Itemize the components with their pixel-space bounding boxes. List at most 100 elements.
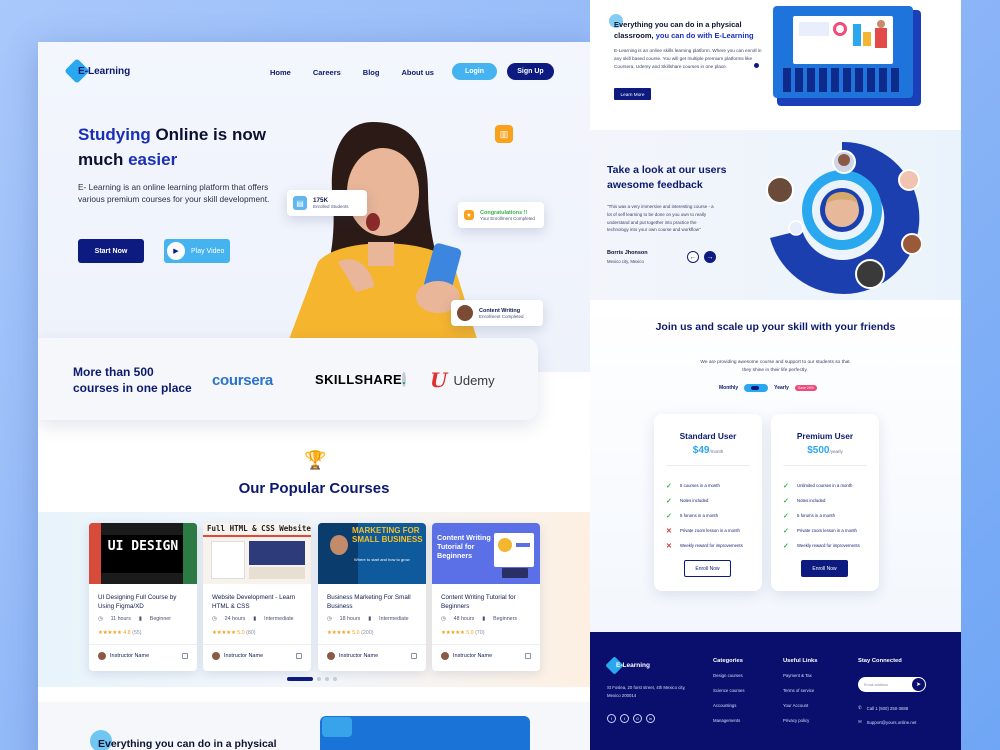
course-rating: ★★★★★ 5.0 (80) bbox=[212, 630, 256, 636]
footer-link[interactable]: Your Account bbox=[783, 703, 817, 718]
mail-icon: ✉ bbox=[858, 719, 862, 724]
login-button[interactable]: Login bbox=[452, 63, 497, 80]
play-icon: ▶ bbox=[167, 242, 185, 260]
nav-careers[interactable]: Careers bbox=[313, 68, 341, 77]
carousel-dot[interactable] bbox=[317, 677, 321, 681]
writing-enroll-card: Content Writing Enrollment Completed bbox=[451, 300, 543, 326]
footer-link[interactable]: Design courses bbox=[713, 673, 745, 688]
partners-strip: More than 500 courses in one place cours… bbox=[38, 338, 538, 420]
check-icon: ✓ bbox=[666, 497, 672, 505]
play-video-label: Play Video bbox=[191, 247, 225, 255]
feedback-section: Take a look at our users awesome feedbac… bbox=[590, 130, 961, 300]
course-card[interactable]: MARKETING FOR SMALL BUSINESS Where to st… bbox=[318, 523, 426, 671]
linkedin-icon[interactable]: in bbox=[646, 714, 655, 723]
check-icon: ✓ bbox=[783, 512, 789, 520]
course-title[interactable]: Website Development - Learn HTML & CSS bbox=[212, 594, 304, 611]
rating-count: (70) bbox=[475, 630, 485, 636]
carousel-dot-active[interactable] bbox=[287, 677, 313, 681]
feature-item: ✕ Private zoom lesson in a month bbox=[666, 523, 743, 538]
course-title[interactable]: Business Marketing For Small Business bbox=[327, 594, 419, 611]
facebook-icon[interactable]: f bbox=[607, 714, 616, 723]
bookmark-icon[interactable] bbox=[296, 653, 302, 659]
footer: E-Learning St Foslea, 20 forst street, 4… bbox=[590, 632, 961, 750]
feature-item: ✓ 5 forums in a month bbox=[666, 508, 743, 523]
footer-link[interactable]: Managements bbox=[713, 718, 745, 733]
send-arrow-icon[interactable]: ➤ bbox=[912, 678, 925, 691]
save-badge: Save 20% bbox=[794, 385, 817, 391]
level-icon: ▮ bbox=[138, 616, 142, 622]
footer-email: ✉ Support@yours.online.net bbox=[858, 719, 916, 725]
next-arrow-icon[interactable]: → bbox=[704, 251, 716, 263]
classroom-heading: Everything you can do in a physical clas… bbox=[614, 19, 774, 41]
congrats-title: Congratulations !! bbox=[480, 209, 528, 216]
course-title[interactable]: UI Designing Full Course by Using Figma/… bbox=[98, 594, 190, 611]
footer-link[interactable]: Science courses bbox=[713, 688, 745, 703]
start-now-button[interactable]: Start Now bbox=[78, 239, 144, 263]
footer-logo[interactable]: E-Learning bbox=[605, 656, 650, 675]
classroom-heading-highlight: you can do with E-Learning bbox=[655, 31, 754, 40]
play-video-button[interactable]: ▶ Play Video bbox=[164, 239, 230, 263]
reviewer-name: Borris Jhonson bbox=[607, 250, 648, 256]
students-label: Enrolled Students bbox=[313, 204, 349, 209]
enroll-standard-button[interactable]: Enroll Now bbox=[684, 560, 731, 577]
premium-plan-card: Premium User $500/yearly ✓ Unlimited cour… bbox=[771, 414, 879, 591]
rating-value: 5.0 bbox=[237, 630, 245, 636]
course-thumbnail: MARKETING FOR SMALL BUSINESS Where to st… bbox=[318, 523, 426, 584]
prev-arrow-icon[interactable]: ← bbox=[687, 251, 699, 263]
email-subscribe-input[interactable]: Email address ➤ bbox=[858, 677, 926, 692]
course-meta: ◷ 48 hours ▮ Beginners bbox=[441, 616, 517, 622]
course-title[interactable]: Content Writing Tutorial for Beginners bbox=[441, 594, 533, 611]
students-card: ▤ 175K Enrolled Students bbox=[287, 190, 367, 216]
nav-about[interactable]: About us bbox=[401, 68, 434, 77]
bookmark-icon[interactable] bbox=[182, 653, 188, 659]
decor-dot bbox=[754, 63, 759, 68]
check-icon: ✓ bbox=[783, 542, 789, 550]
footer-link[interactable]: Terms of service bbox=[783, 688, 817, 703]
classroom-illustration bbox=[773, 6, 925, 110]
rating-value: 5.0 bbox=[352, 630, 360, 636]
email-placeholder: Email address bbox=[864, 682, 889, 687]
footer-link[interactable]: Payment & Tax bbox=[783, 673, 817, 688]
nav-blog[interactable]: Blog bbox=[363, 68, 380, 77]
twitter-icon[interactable]: t bbox=[620, 714, 629, 723]
main-nav: Home Careers Blog About us bbox=[270, 68, 434, 77]
course-instructor: Instructor Name bbox=[212, 652, 263, 660]
billing-toggle[interactable] bbox=[744, 384, 769, 392]
enroll-premium-button[interactable]: Enroll Now bbox=[801, 560, 848, 577]
nav-home[interactable]: Home bbox=[270, 68, 291, 77]
yearly-label[interactable]: Yearly bbox=[774, 385, 789, 391]
plan-period: /yearly bbox=[829, 449, 843, 454]
course-card[interactable]: Content Writing Tutorial for Beginners C… bbox=[432, 523, 540, 671]
course-meta: ◷ 11 hours ▮ Beginner bbox=[98, 616, 171, 622]
rating-stars: ★★★★★ bbox=[441, 630, 465, 636]
course-card[interactable]: UI DESIGN UI Designing Full Course by Us… bbox=[89, 523, 197, 671]
feature-item: ✓ Notes included bbox=[666, 493, 743, 508]
signup-button[interactable]: Sign Up bbox=[507, 63, 554, 80]
learn-more-button[interactable]: Learn More bbox=[614, 88, 651, 100]
course-hours: 24 hours bbox=[224, 616, 246, 622]
plan-divider bbox=[666, 465, 750, 466]
carousel-dot[interactable] bbox=[333, 677, 337, 681]
carousel-dot[interactable] bbox=[325, 677, 329, 681]
logo[interactable]: E-Learning bbox=[64, 58, 130, 84]
peek-heading: Everything you can do in a physical bbox=[98, 738, 277, 750]
footer-link[interactable]: Accountings bbox=[713, 703, 745, 718]
monthly-label[interactable]: Monthly bbox=[719, 385, 738, 391]
feature-item: ✕ Weekly reward for improvements bbox=[666, 538, 743, 553]
footer-link[interactable]: Privacy policy bbox=[783, 718, 817, 733]
bookmark-icon[interactable] bbox=[525, 653, 531, 659]
trophy-icon: 🏆 bbox=[304, 450, 327, 470]
feature-text: Weekly reward for improvements bbox=[680, 543, 743, 548]
instructor-name: Instructor Name bbox=[339, 653, 379, 659]
course-card[interactable]: Full HTML & CSS Website Website Developm… bbox=[203, 523, 311, 671]
phone-icon: ✆ bbox=[858, 705, 862, 710]
pricing-title: Join us and scale up your skill with you… bbox=[655, 321, 896, 333]
google-icon[interactable]: G bbox=[633, 714, 642, 723]
instructor-name: Instructor Name bbox=[224, 653, 264, 659]
hero-description: E- Learning is an online learning platfo… bbox=[78, 182, 270, 204]
hero-title-highlight-1: Studying bbox=[78, 125, 151, 144]
level-icon: ▮ bbox=[368, 616, 372, 622]
footer-logo-text: E-Learning bbox=[616, 662, 650, 669]
clock-icon: ◷ bbox=[98, 616, 103, 622]
bookmark-icon[interactable] bbox=[411, 653, 417, 659]
